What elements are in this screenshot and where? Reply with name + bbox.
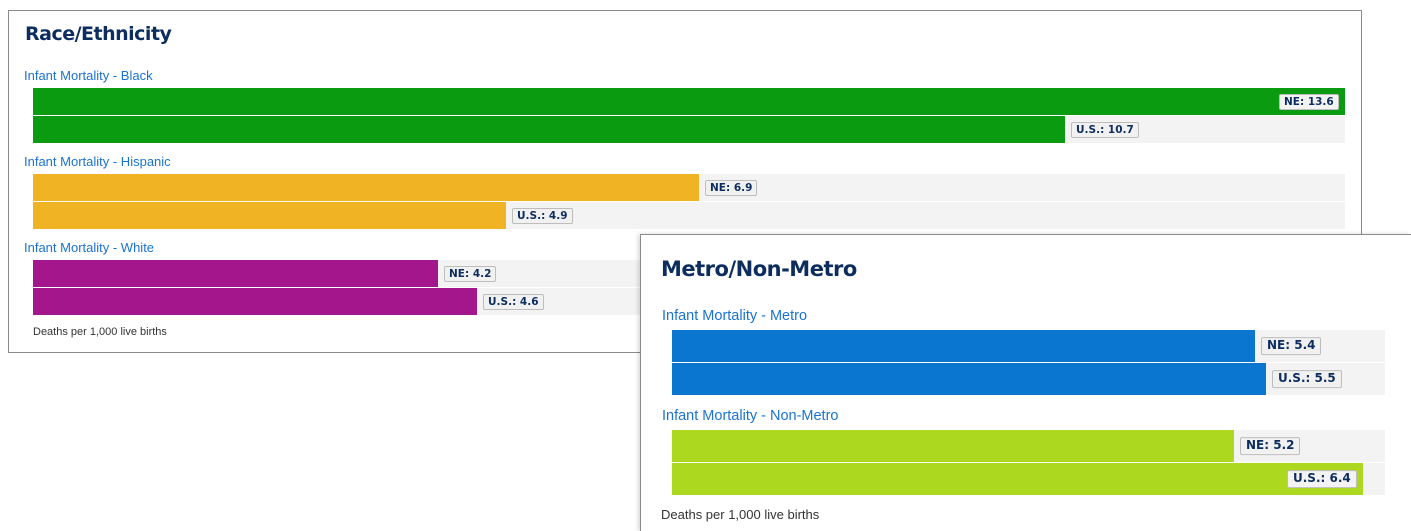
track-non-metro-ne: NE: 5.2 [672, 430, 1385, 462]
bar-label-white-us: U.S.: 4.6 [483, 293, 544, 310]
track-non-metro-us: U.S.: 6.4 [672, 463, 1385, 495]
chart-stage: Race/Ethnicity Infant Mortality - Black … [0, 0, 1411, 531]
track-metro-us: U.S.: 5.5 [672, 363, 1385, 395]
group-label-non-metro: Infant Mortality - Non-Metro [662, 408, 839, 424]
track-black-ne: NE: 13.6 [33, 88, 1345, 115]
metro-footnote: Deaths per 1,000 live births [661, 507, 820, 522]
group-label-white: Infant Mortality - White [24, 240, 155, 255]
bar-label-black-us: U.S.: 10.7 [1071, 121, 1139, 138]
bar-white-ne [33, 260, 438, 287]
bar-label-non-metro-ne: NE: 5.2 [1240, 437, 1301, 455]
bar-label-metro-us: U.S.: 5.5 [1272, 370, 1342, 388]
bar-black-ne [33, 88, 1345, 115]
race-ethnicity-chart-title: Race/Ethnicity [25, 23, 172, 45]
track-hispanic-ne: NE: 6.9 [33, 174, 1345, 201]
bar-non-metro-us [672, 463, 1363, 495]
bar-label-black-ne: NE: 13.6 [1279, 93, 1339, 110]
bar-label-metro-ne: NE: 5.4 [1261, 337, 1322, 355]
bar-label-hispanic-ne: NE: 6.9 [705, 179, 758, 196]
group-label-black: Infant Mortality - Black [24, 68, 153, 83]
track-metro-ne: NE: 5.4 [672, 330, 1385, 362]
metro-chart-title: Metro/Non-Metro [661, 257, 857, 281]
bar-label-non-metro-us: U.S.: 6.4 [1287, 470, 1357, 488]
bar-label-white-ne: NE: 4.2 [444, 265, 497, 282]
bar-hispanic-ne [33, 174, 699, 201]
bar-non-metro-ne [672, 430, 1234, 462]
group-label-metro: Infant Mortality - Metro [662, 308, 808, 324]
bar-label-hispanic-us: U.S.: 4.9 [512, 207, 573, 224]
bar-black-us [33, 116, 1065, 143]
track-black-us: U.S.: 10.7 [33, 116, 1345, 143]
bar-hispanic-us [33, 202, 506, 229]
race-ethnicity-footnote: Deaths per 1,000 live births [33, 326, 167, 338]
bar-metro-ne [672, 330, 1255, 362]
bar-white-us [33, 288, 477, 315]
metro-chart-panel: Metro/Non-Metro Infant Mortality - Metro… [640, 234, 1411, 531]
group-label-hispanic: Infant Mortality - Hispanic [24, 154, 171, 169]
bar-metro-us [672, 363, 1266, 395]
track-hispanic-us: U.S.: 4.9 [33, 202, 1345, 229]
